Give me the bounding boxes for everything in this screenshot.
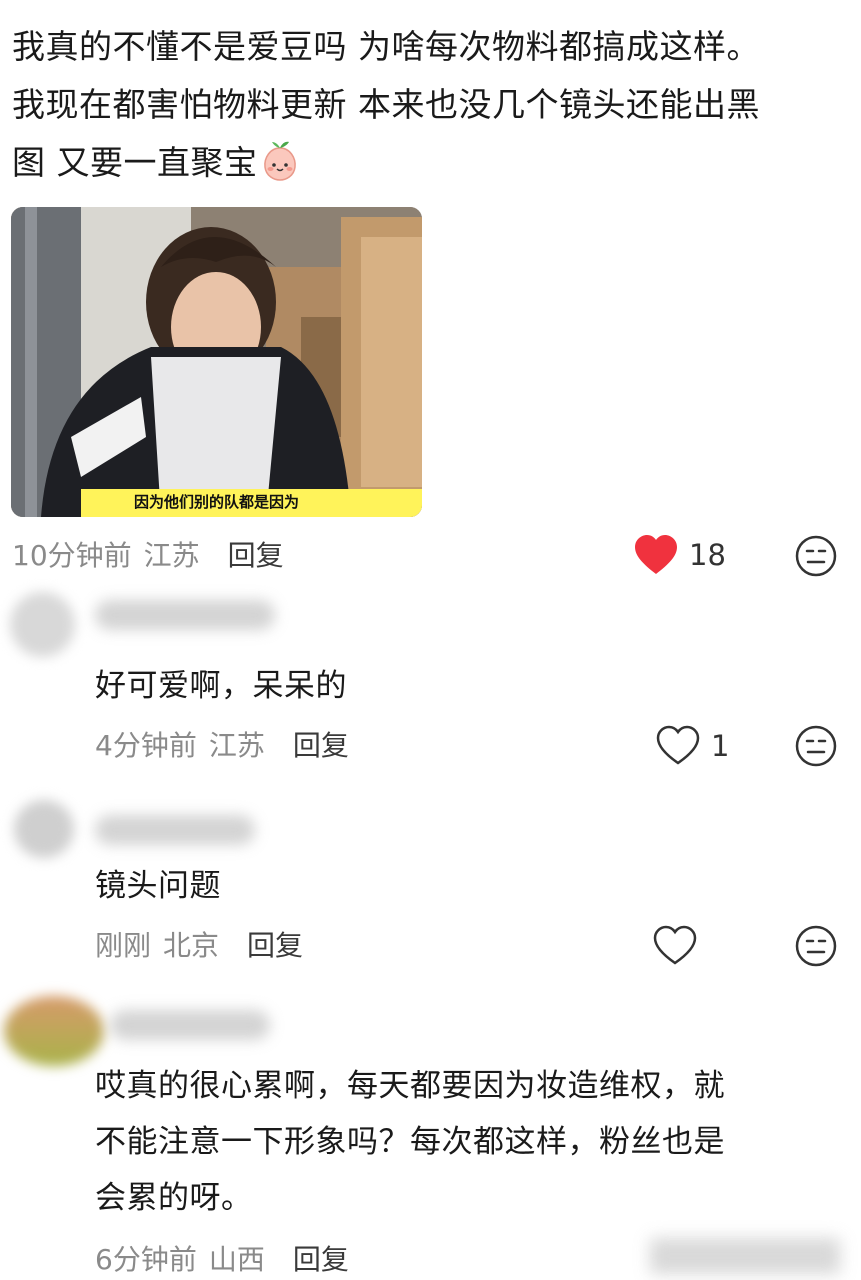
username-blurred: [95, 815, 255, 845]
comment-time: 刚刚: [95, 929, 152, 962]
reply-button[interactable]: 回复: [228, 534, 284, 574]
avatar[interactable]: [4, 996, 104, 1066]
avatar[interactable]: [14, 800, 74, 858]
reply-button[interactable]: 回复: [293, 1238, 349, 1278]
post-text-line: 我真的不懂不是爱豆吗 为啥每次物料都搞成这样。: [12, 27, 760, 66]
post-text-line: 图 又要一直聚宝: [12, 134, 832, 192]
post-image-illustration: [11, 207, 422, 517]
like-button[interactable]: 18: [633, 533, 726, 577]
reply-button[interactable]: 回复: [247, 924, 303, 964]
comment-location: 山西: [208, 1243, 265, 1276]
heart-outline-icon: [653, 925, 697, 965]
post-text: 我真的不懂不是爱豆吗 为啥每次物料都搞成这样。 我现在都害怕物料更新 本来也没几…: [12, 18, 832, 192]
peach-face-icon: [263, 141, 296, 181]
heart-outline-icon: [656, 725, 700, 765]
image-caption: 因为他们别的队都是因为: [133, 493, 299, 511]
watermark-blurred: [650, 1238, 840, 1274]
dislike-face-icon[interactable]: [794, 534, 838, 578]
avatar[interactable]: [10, 592, 75, 657]
comment-text-line: 不能注意一下形象吗？每次都这样，粉丝也是: [95, 1124, 725, 1160]
comment-time: 6分钟前: [95, 1243, 197, 1276]
heart-filled-icon: [635, 535, 677, 574]
reply-button[interactable]: 回复: [293, 724, 349, 764]
comment-time: 4分钟前: [95, 729, 197, 762]
comment-text-line: 好可爱啊，呆呆的: [95, 668, 347, 704]
comment-text: 好可爱啊，呆呆的: [95, 658, 347, 714]
dislike-face-icon[interactable]: [794, 724, 838, 768]
comment-location: 江苏: [208, 729, 265, 762]
post-location: 江苏: [143, 539, 200, 572]
comment-text: 哎真的很心累啊，每天都要因为妆造维权，就 不能注意一下形象吗？每次都这样，粉丝也…: [95, 1058, 725, 1226]
comment-location: 北京: [163, 929, 220, 962]
comment-meta: 刚刚 北京 回复: [95, 924, 303, 964]
like-count: 18: [689, 538, 726, 572]
username-blurred: [110, 1010, 270, 1040]
like-button[interactable]: [652, 924, 698, 968]
post-image[interactable]: 因为他们别的队都是因为: [11, 207, 422, 517]
dislike-face-icon[interactable]: [794, 924, 838, 968]
like-count: 1: [711, 729, 730, 763]
comment-text: 镜头问题: [95, 858, 221, 914]
like-button[interactable]: 1: [655, 724, 729, 768]
username-blurred: [95, 600, 275, 630]
comment-text-line: 会累的呀。: [95, 1180, 253, 1216]
comment-text-line: 镜头问题: [95, 868, 221, 904]
comment-meta: 6分钟前 山西 回复: [95, 1238, 349, 1278]
post-meta: 10分钟前 江苏 回复: [12, 534, 284, 574]
post-time: 10分钟前: [12, 539, 132, 572]
comment-meta: 4分钟前 江苏 回复: [95, 724, 349, 764]
post-text-line: 我现在都害怕物料更新 本来也没几个镜头还能出黑: [12, 85, 760, 124]
comment-text-line: 哎真的很心累啊，每天都要因为妆造维权，就: [95, 1068, 725, 1104]
